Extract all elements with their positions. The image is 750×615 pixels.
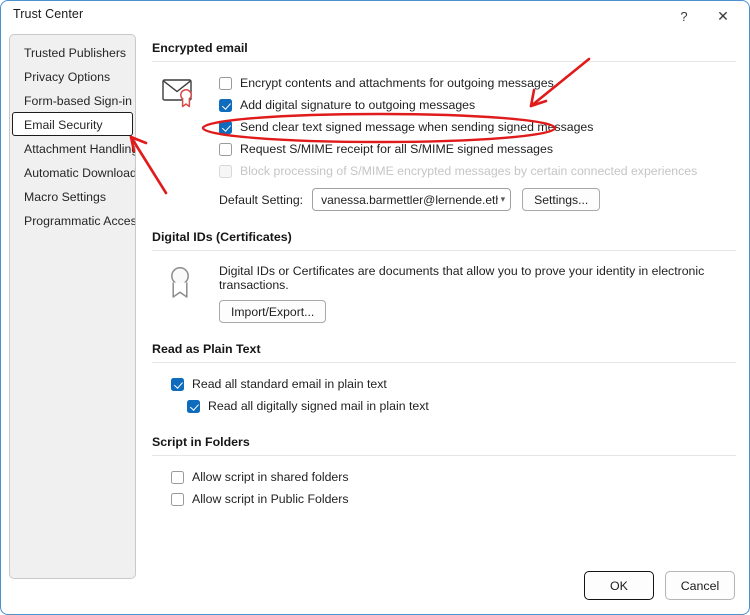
checkbox-read-signed-plain[interactable] xyxy=(187,399,200,413)
cancel-button[interactable]: Cancel xyxy=(665,571,735,600)
encrypted-email-checkbox-group: Encrypt contents and attachments for out… xyxy=(219,73,736,181)
checkbox-row-allow-script-shared[interactable]: Allow script in shared folders xyxy=(171,467,736,487)
checkbox-row-allow-script-public[interactable]: Allow script in Public Folders xyxy=(171,489,736,509)
trust-center-dialog: Trust Center ? ✕ Trusted Publishers Priv… xyxy=(0,0,750,615)
sidebar-item-programmatic-access[interactable]: Programmatic Access xyxy=(12,208,135,232)
checkbox-row-send-clear-text[interactable]: Send clear text signed message when send… xyxy=(219,117,736,137)
checkbox-send-clear-text[interactable] xyxy=(219,120,232,134)
section-encrypted-email: Encrypted email Encrypt contents and att… xyxy=(152,41,736,211)
checkbox-label-block-processing: Block processing of S/MIME encrypted mes… xyxy=(240,164,698,178)
section-read-as-plain-text: Read as Plain Text Read all standard ema… xyxy=(152,342,736,416)
chevron-down-icon: ▾ xyxy=(500,194,506,204)
section-divider xyxy=(152,362,736,363)
sidebar-item-email-security[interactable]: Email Security xyxy=(12,112,133,136)
checkbox-block-processing xyxy=(219,164,232,178)
sidebar-item-trusted-publishers[interactable]: Trusted Publishers xyxy=(12,40,133,64)
checkbox-allow-script-shared[interactable] xyxy=(171,470,184,484)
checkbox-row-add-digital-signature[interactable]: Add digital signature to outgoing messag… xyxy=(219,95,736,115)
checkbox-add-digital-signature[interactable] xyxy=(219,98,232,112)
close-icon[interactable]: ✕ xyxy=(708,3,738,29)
default-setting-value: vanessa.barmettler@lernende.ethz.ch xyxy=(321,192,497,207)
section-heading-read-as-plain-text: Read as Plain Text xyxy=(152,342,261,356)
settings-button[interactable]: Settings... xyxy=(522,188,601,211)
section-divider xyxy=(152,61,736,62)
sidebar-item-automatic-download[interactable]: Automatic Download xyxy=(12,160,135,184)
checkbox-label-read-signed-plain: Read all digitally signed mail in plain … xyxy=(208,399,429,413)
sidebar-item-form-based-sign-in[interactable]: Form-based Sign-in xyxy=(12,88,133,112)
checkbox-label-encrypt-contents: Encrypt contents and attachments for out… xyxy=(240,76,554,90)
checkbox-row-read-signed-plain[interactable]: Read all digitally signed mail in plain … xyxy=(187,396,736,416)
section-heading-encrypted-email: Encrypted email xyxy=(152,41,248,55)
title-bar: Trust Center ? ✕ xyxy=(1,1,749,31)
sidebar-item-macro-settings[interactable]: Macro Settings xyxy=(12,184,133,208)
checkbox-row-block-processing: Block processing of S/MIME encrypted mes… xyxy=(219,161,736,181)
checkbox-label-read-standard-plain: Read all standard email in plain text xyxy=(192,377,387,391)
section-divider xyxy=(152,250,736,251)
checkbox-row-request-smime-receipt[interactable]: Request S/MIME receipt for all S/MIME si… xyxy=(219,139,736,159)
checkbox-label-send-clear-text: Send clear text signed message when send… xyxy=(240,120,594,134)
digital-ids-description: Digital IDs or Certificates are document… xyxy=(219,264,705,292)
checkbox-request-smime-receipt[interactable] xyxy=(219,142,232,156)
section-digital-ids: Digital IDs (Certificates) Digital IDs o… xyxy=(152,230,736,323)
dialog-footer: OK Cancel xyxy=(584,571,735,600)
checkbox-allow-script-public[interactable] xyxy=(171,492,184,506)
checkbox-label-allow-script-shared: Allow script in shared folders xyxy=(192,470,349,484)
sidebar-item-privacy-options[interactable]: Privacy Options xyxy=(12,64,133,88)
settings-panel: Encrypted email Encrypt contents and att… xyxy=(152,41,736,528)
checkbox-label-request-smime-receipt: Request S/MIME receipt for all S/MIME si… xyxy=(240,142,554,156)
help-icon[interactable]: ? xyxy=(669,3,699,29)
envelope-certificate-icon xyxy=(152,75,208,109)
checkbox-read-standard-plain[interactable] xyxy=(171,377,184,391)
category-list[interactable]: Trusted Publishers Privacy Options Form-… xyxy=(9,34,136,579)
certificate-ribbon-icon xyxy=(152,264,208,304)
default-setting-label: Default Setting: xyxy=(219,192,304,207)
import-export-button[interactable]: Import/Export... xyxy=(219,300,327,323)
checkbox-label-allow-script-public: Allow script in Public Folders xyxy=(192,492,349,506)
sidebar-item-attachment-handling[interactable]: Attachment Handling xyxy=(12,136,135,160)
section-script-in-folders: Script in Folders Allow script in shared… xyxy=(152,435,736,509)
default-setting-dropdown[interactable]: vanessa.barmettler@lernende.ethz.ch ▾ xyxy=(312,188,512,211)
checkbox-label-add-digital-signature: Add digital signature to outgoing messag… xyxy=(240,98,476,112)
section-divider xyxy=(152,455,736,456)
window-title: Trust Center xyxy=(13,7,84,21)
ok-button[interactable]: OK xyxy=(584,571,654,600)
section-heading-digital-ids: Digital IDs (Certificates) xyxy=(152,230,292,244)
checkbox-encrypt-contents[interactable] xyxy=(219,76,232,90)
checkbox-row-encrypt-contents[interactable]: Encrypt contents and attachments for out… xyxy=(219,73,736,93)
section-heading-script-in-folders: Script in Folders xyxy=(152,435,250,449)
default-setting-row: Default Setting: vanessa.barmettler@lern… xyxy=(219,188,736,211)
checkbox-row-read-standard-plain[interactable]: Read all standard email in plain text xyxy=(171,374,736,394)
